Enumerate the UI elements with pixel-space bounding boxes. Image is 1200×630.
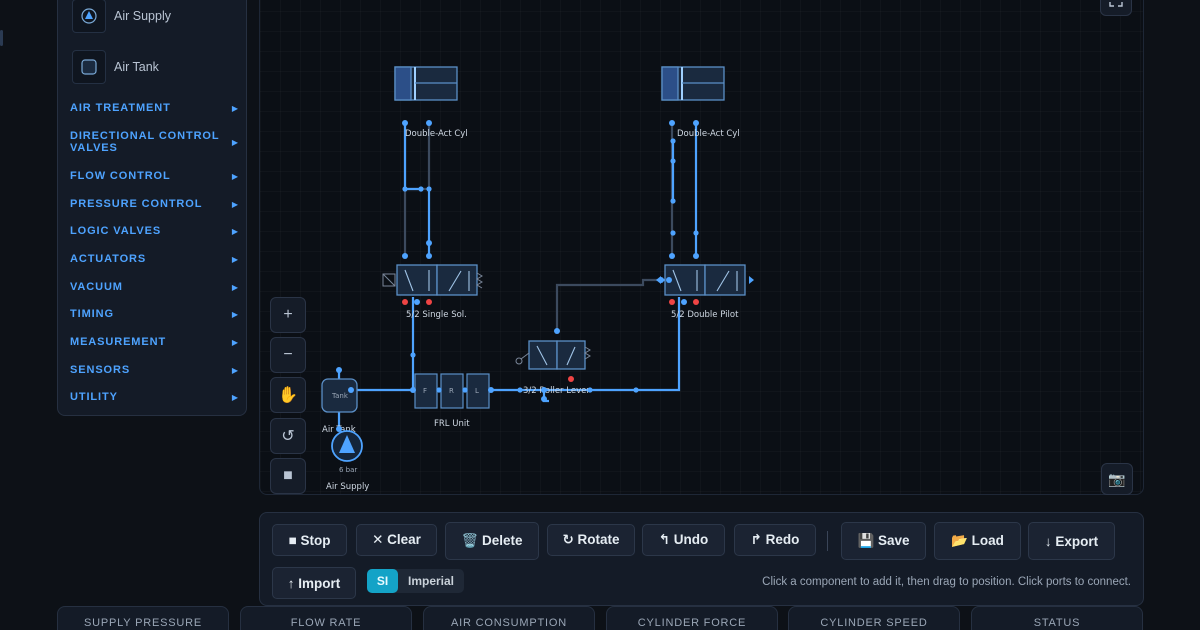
pan-hand-button[interactable]: ✋ — [270, 377, 306, 413]
unit-si-option[interactable]: SI — [367, 569, 398, 593]
load-button[interactable]: 📂 Load — [934, 522, 1021, 560]
frl-label: FRL Unit — [434, 419, 470, 429]
fullscreen-icon — [1109, 2, 1123, 7]
clear-button[interactable]: ✕ Clear — [356, 524, 437, 556]
undo-button[interactable]: ↰ Undo — [642, 524, 725, 556]
category-label: ACTUATORS — [70, 253, 147, 265]
category-directional-control-valves[interactable]: DIRECTIONAL CONTROL VALVES ▶ — [70, 130, 238, 154]
rotate-button[interactable]: ↻ Rotate — [547, 524, 635, 556]
idle-pipes — [403, 123, 674, 331]
component-label: Air Supply — [114, 9, 171, 23]
air-tank-icon — [72, 50, 106, 84]
double-acting-cylinder-1 — [394, 66, 458, 101]
export-button[interactable]: ↓ Export — [1028, 522, 1115, 560]
category-label: DIRECTIONAL CONTROL VALVES — [70, 130, 220, 154]
stop-simulation-mini-button[interactable]: ■ — [270, 458, 306, 494]
left-edge-marker — [0, 30, 3, 46]
component-air-tank[interactable]: Air Tank — [72, 50, 159, 84]
fullscreen-button[interactable] — [1100, 0, 1132, 16]
chevron-right-icon: ▶ — [231, 282, 238, 292]
metric-cylinder-force: CYLINDER FORCE — [606, 606, 778, 630]
category-label: LOGIC VALVES — [70, 225, 162, 237]
save-button[interactable]: 💾 Save — [841, 522, 926, 560]
valve-5-2-single-solenoid — [382, 264, 483, 296]
category-actuators[interactable]: ACTUATORS ▶ — [70, 253, 238, 265]
toolbar: ■ Stop ✕ Clear 🗑️ Delete ↻ Rotate ↰ Undo… — [259, 512, 1144, 606]
category-label: VACUUM — [70, 281, 123, 293]
air-tank-inner-label: Tank — [331, 392, 349, 400]
category-air-treatment[interactable]: AIR TREATMENT ▶ — [70, 102, 238, 114]
valve-3-2-roller-lever — [515, 340, 591, 370]
screenshot-button[interactable]: 📷 — [1101, 463, 1133, 495]
metric-cylinder-speed: CYLINDER SPEED — [788, 606, 960, 630]
category-measurement[interactable]: MEASUREMENT ▶ — [70, 336, 238, 348]
chevron-right-icon: ▶ — [231, 365, 238, 375]
stop-button[interactable]: ■ Stop — [272, 524, 347, 556]
category-timing[interactable]: TIMING ▶ — [70, 308, 238, 320]
active-pipes — [337, 123, 698, 429]
chevron-right-icon: ▶ — [231, 392, 238, 402]
valve-1-label: 5/2 Single Sol. — [406, 310, 467, 320]
category-flow-control[interactable]: FLOW CONTROL ▶ — [70, 170, 238, 182]
chevron-right-icon: ▶ — [231, 309, 238, 319]
chevron-right-icon: ▶ — [231, 137, 238, 147]
frl-regulator-label: R — [449, 387, 454, 395]
zoom-out-button[interactable]: − — [270, 337, 306, 373]
category-label: FLOW CONTROL — [70, 170, 171, 182]
air-supply-source — [331, 430, 363, 462]
category-label: AIR TREATMENT — [70, 102, 171, 114]
roller-lever-label: 3/2 Roller Lever — [523, 386, 590, 396]
circuit-diagram: Double-Act Cyl Double-Act Cyl 5/2 Single… — [321, 66, 754, 492]
zoom-in-button[interactable]: + — [270, 297, 306, 333]
category-label: PRESSURE CONTROL — [70, 198, 203, 210]
chevron-right-icon: ▶ — [231, 103, 238, 113]
cylinder-2-label: Double-Act Cyl — [677, 129, 740, 139]
category-sensors[interactable]: SENSORS ▶ — [70, 364, 238, 376]
chevron-right-icon: ▶ — [231, 199, 238, 209]
reset-view-button[interactable]: ↺ — [270, 418, 306, 454]
metric-status: STATUS — [971, 606, 1143, 630]
category-label: TIMING — [70, 308, 114, 320]
camera-icon: 📷 — [1108, 470, 1126, 487]
redo-button[interactable]: ↱ Redo — [734, 524, 816, 556]
metric-supply-pressure: SUPPLY PRESSURE — [57, 606, 229, 630]
metric-flow-rate: FLOW RATE — [240, 606, 412, 630]
cylinder-1-label: Double-Act Cyl — [405, 129, 468, 139]
chevron-right-icon: ▶ — [231, 226, 238, 236]
chevron-right-icon: ▶ — [231, 254, 238, 264]
category-vacuum[interactable]: VACUUM ▶ — [70, 281, 238, 293]
import-button[interactable]: ↑ Import — [272, 567, 356, 599]
circuit-canvas[interactable]: Double-Act Cyl Double-Act Cyl 5/2 Single… — [259, 0, 1144, 495]
category-utility[interactable]: UTILITY ▶ — [70, 391, 238, 403]
category-label: MEASUREMENT — [70, 336, 167, 348]
component-air-supply[interactable]: Air Supply — [72, 0, 171, 33]
valve-2-label: 5/2 Double Pilot — [671, 310, 739, 320]
air-supply-icon — [72, 0, 106, 33]
air-supply-label: Air Supply — [326, 482, 369, 492]
component-label: Air Tank — [114, 60, 159, 74]
unit-toggle: SI Imperial — [367, 569, 464, 593]
frl-filter-label: F — [423, 387, 427, 395]
category-label: SENSORS — [70, 364, 131, 376]
metric-air-consumption: AIR CONSUMPTION — [423, 606, 595, 630]
delete-button[interactable]: 🗑️ Delete — [445, 522, 539, 560]
double-acting-cylinder-2 — [661, 66, 725, 101]
category-pressure-control[interactable]: PRESSURE CONTROL ▶ — [70, 198, 238, 210]
ports-active — [336, 120, 699, 432]
chevron-right-icon: ▶ — [231, 171, 238, 181]
category-label: UTILITY — [70, 391, 118, 403]
frl-lubricator-label: L — [475, 387, 479, 395]
chevron-right-icon: ▶ — [231, 337, 238, 347]
unit-imperial-option[interactable]: Imperial — [398, 574, 464, 588]
hint-text: Click a component to add it, then drag t… — [762, 576, 1131, 588]
toolbar-divider — [827, 531, 828, 551]
supply-pressure-label: 6 bar — [339, 466, 357, 474]
component-sidebar: Air Supply Air Tank AIR TREATMENT ▶ DIRE… — [57, 0, 247, 416]
category-logic-valves[interactable]: LOGIC VALVES ▶ — [70, 225, 238, 237]
